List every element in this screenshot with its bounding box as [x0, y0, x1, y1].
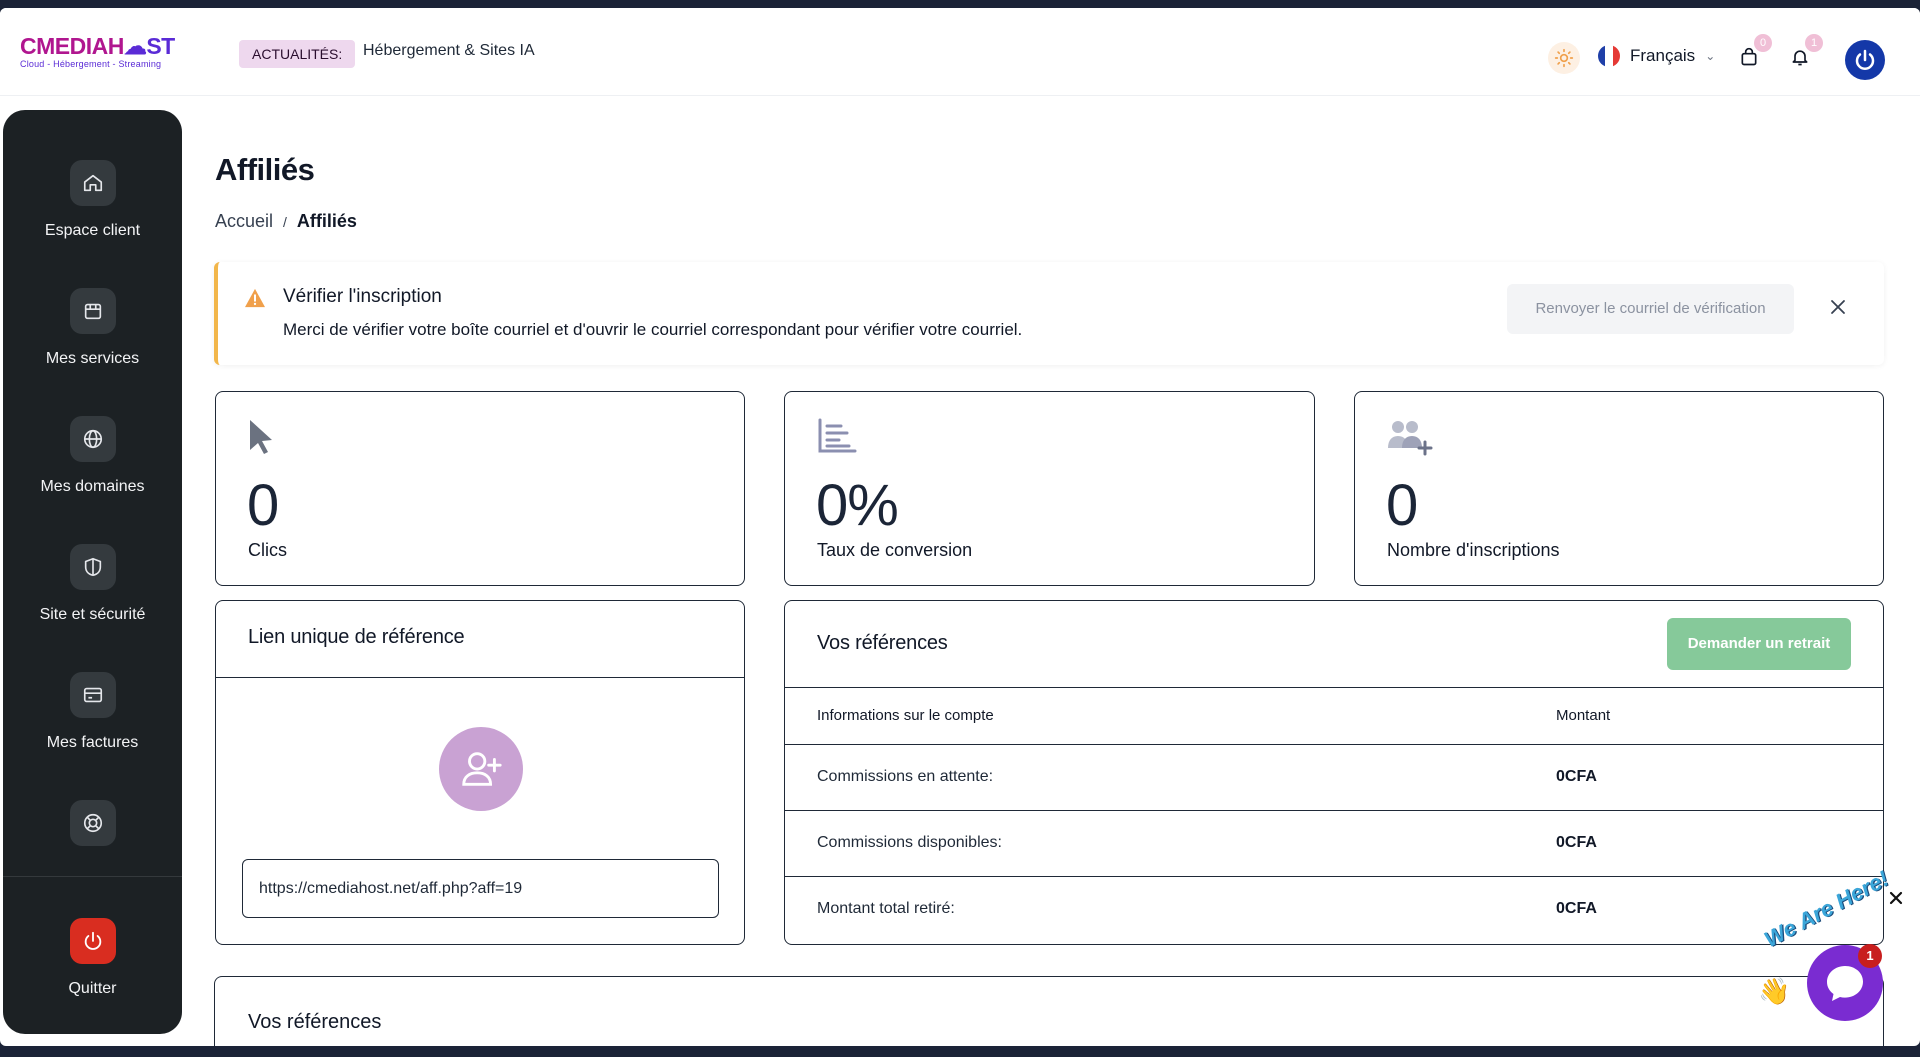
logo-tagline: Cloud - Hébergement - Streaming: [20, 59, 162, 69]
shield-icon: [69, 544, 116, 590]
sidebar: Espace client Mes services Mes domaines …: [3, 110, 182, 1034]
panel-divider: [216, 677, 744, 678]
stat-label: Taux de conversion: [817, 540, 973, 560]
theme-toggle-button[interactable]: [1548, 42, 1580, 74]
credit-card-icon: [69, 672, 116, 718]
users-plus-icon: [1388, 421, 1433, 456]
chat-unread-badge: 1: [1858, 944, 1882, 968]
notification-count-badge: 1: [1805, 34, 1823, 52]
stat-value: 0: [247, 473, 279, 538]
logo-brand-prefix: CMEDIAH: [20, 33, 124, 59]
france-flag-icon: [1598, 45, 1620, 67]
panel-title: Vos références: [248, 1011, 382, 1033]
column-header-amount: Montant: [1556, 707, 1611, 724]
close-icon: [1889, 891, 1903, 905]
table-row: Commissions en attente: 0CFA: [785, 744, 1883, 810]
row-label: Commissions disponibles:: [817, 834, 1002, 851]
stat-card-conversion: 0% Taux de conversion: [784, 391, 1315, 586]
logo-cloud-glyph: ☁: [123, 33, 147, 59]
home-icon: [69, 160, 116, 206]
logo[interactable]: CMEDIAH☁ST Cloud - Hébergement - Streami…: [20, 34, 185, 70]
news-ticker[interactable]: Hébergement & Sites IA: [363, 42, 535, 60]
user-plus-avatar: [439, 727, 523, 811]
sidebar-item-label: Mes domaines: [40, 478, 145, 495]
logo-brand-suffix: ST: [146, 33, 175, 59]
breadcrumb-home-link[interactable]: Accueil: [215, 211, 273, 232]
stat-label: Clics: [248, 540, 287, 560]
close-chat-widget-button[interactable]: [1886, 888, 1906, 908]
language-label: Français: [1630, 46, 1696, 65]
row-label: Commissions en attente:: [817, 768, 994, 785]
row-label: Montant total retiré:: [817, 900, 955, 917]
sidebar-item-label: Quitter: [68, 980, 117, 997]
box-icon: [69, 288, 116, 334]
sidebar-item-label: Site et sécurité: [39, 606, 146, 623]
stat-value: 0%: [816, 473, 899, 538]
page-title: Affiliés: [215, 152, 315, 187]
referrals-list-panel: Vos références: [214, 976, 1884, 1046]
panel-title: Vos références: [817, 632, 948, 654]
stat-value: 0: [1386, 473, 1418, 538]
referral-link-panel: Lien unique de référence: [215, 600, 745, 945]
app-window: CMEDIAH☁ST Cloud - Hébergement - Streami…: [0, 8, 1920, 1046]
row-amount: 0CFA: [1556, 900, 1597, 917]
row-amount: 0CFA: [1556, 768, 1597, 785]
request-withdrawal-button[interactable]: Demander un retrait: [1667, 618, 1851, 670]
verification-alert: Vérifier l'inscription Merci de vérifier…: [214, 262, 1884, 365]
row-amount: 0CFA: [1556, 834, 1597, 851]
stat-card-inscriptions: 0 Nombre d'inscriptions: [1354, 391, 1884, 586]
bar-chart-icon: [818, 418, 857, 453]
globe-icon: [69, 416, 116, 462]
stat-card-clics: 0 Clics: [215, 391, 745, 586]
power-icon: [1855, 49, 1875, 70]
alert-message: Merci de vérifier votre boîte courriel e…: [283, 320, 1023, 339]
logo-wordmark: CMEDIAH☁ST: [20, 34, 185, 58]
language-selector[interactable]: Français ⌄: [1598, 40, 1715, 72]
chevron-down-icon: ⌄: [1705, 49, 1716, 63]
user-plus-icon: [462, 752, 502, 786]
table-row: Commissions disponibles: 0CFA: [785, 810, 1883, 876]
cart-button[interactable]: 0: [1734, 34, 1772, 72]
chat-bubble-icon: [1827, 966, 1863, 1001]
cart-count-badge: 0: [1754, 34, 1772, 52]
sidebar-item-label: Espace client: [44, 222, 141, 239]
panel-title: Lien unique de référence: [248, 626, 465, 648]
stat-label: Nombre d'inscriptions: [1387, 540, 1560, 560]
top-bar: CMEDIAH☁ST Cloud - Hébergement - Streami…: [0, 8, 1920, 96]
bell-icon: [1792, 50, 1808, 66]
waving-hand-icon: 👋: [1758, 976, 1791, 1006]
cursor-icon: [250, 420, 272, 454]
lifebuoy-icon: [69, 800, 116, 846]
news-label: ACTUALITÉS:: [239, 40, 356, 68]
account-power-button[interactable]: [1845, 40, 1885, 80]
sidebar-item-site-securite[interactable]: Site et sécurité: [3, 544, 182, 624]
sidebar-item-mes-services[interactable]: Mes services: [3, 288, 182, 368]
power-icon: [69, 918, 116, 964]
referral-url-field[interactable]: [242, 859, 719, 918]
sidebar-item-mes-factures[interactable]: Mes factures: [3, 672, 182, 752]
sidebar-item-mes-domaines[interactable]: Mes domaines: [3, 416, 182, 496]
sidebar-item-espace-client[interactable]: Espace client: [3, 160, 182, 240]
shopping-bag-icon: [1741, 47, 1757, 66]
resend-verification-button[interactable]: Renvoyer le courriel de vérification: [1507, 284, 1794, 334]
close-alert-button[interactable]: [1825, 294, 1851, 320]
warning-icon: [245, 288, 265, 308]
close-icon: [1831, 300, 1845, 314]
table-row: Montant total retiré: 0CFA: [785, 876, 1883, 942]
sidebar-item-label: Mes factures: [46, 734, 139, 751]
alert-title: Vérifier l'inscription: [283, 286, 442, 307]
sidebar-item-quitter[interactable]: Quitter: [3, 918, 182, 998]
sun-icon: [1554, 48, 1574, 68]
breadcrumb-current: Affiliés: [296, 211, 357, 231]
sidebar-divider: [3, 876, 182, 877]
notifications-button[interactable]: 1: [1785, 34, 1823, 72]
sidebar-item-label: Mes services: [45, 350, 140, 367]
breadcrumb-separator: /: [283, 213, 287, 230]
sidebar-item-support[interactable]: [3, 800, 182, 862]
column-header-account: Informations sur le compte: [817, 707, 994, 724]
references-panel: Vos références Demander un retrait Infor…: [784, 600, 1884, 945]
breadcrumb: Accueil / Affiliés: [215, 211, 357, 232]
